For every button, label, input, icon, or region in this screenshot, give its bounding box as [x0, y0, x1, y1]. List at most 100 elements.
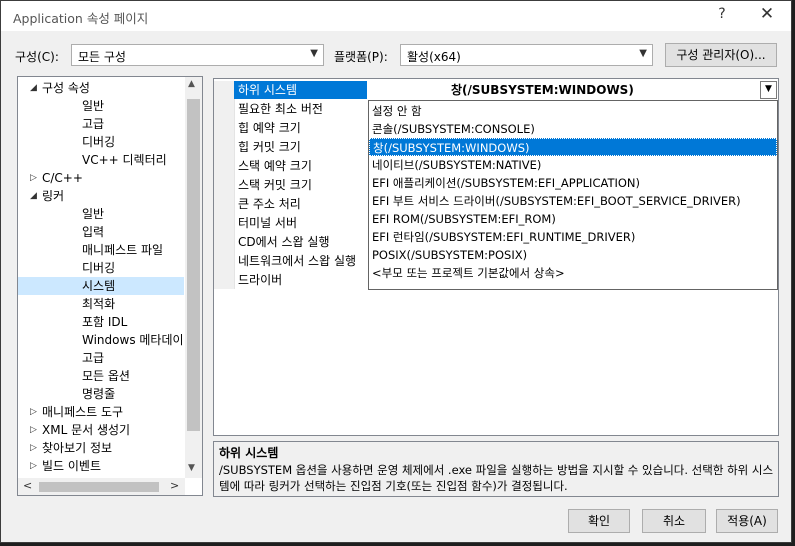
tree-item-label: 빌드 이벤트: [42, 459, 102, 473]
tree-item[interactable]: ◢ 링커: [18, 187, 184, 205]
tree-item[interactable]: 시스템: [18, 277, 184, 295]
expanded-arrow-icon[interactable]: ◢: [30, 79, 37, 97]
title-bar: Application 속성 페이지 ? ✕: [1, 1, 791, 31]
platform-combobox[interactable]: 활성(x64) ▼: [400, 44, 653, 66]
tree-item-label: 구성 속성: [42, 81, 90, 95]
configuration-manager-button[interactable]: 구성 관리자(O)...: [665, 43, 777, 67]
chevron-down-icon[interactable]: ▼: [760, 81, 777, 99]
property-row[interactable]: 스택 커밋 크기: [234, 176, 367, 194]
tree-item-label: 일반: [82, 207, 105, 221]
tree-item[interactable]: 입력: [18, 223, 184, 241]
property-row[interactable]: 힙 예약 크기: [234, 119, 367, 137]
collapsed-arrow-icon[interactable]: ▷: [30, 439, 37, 457]
property-name: 하위 시스템: [238, 83, 298, 97]
tree-item[interactable]: 최적화: [18, 295, 184, 313]
tree-item[interactable]: 고급: [18, 115, 184, 133]
tree-item[interactable]: ▷ XML 문서 생성기: [18, 421, 184, 439]
tree-item-label: VC++ 디렉터리: [82, 153, 167, 167]
tree-item-label: 명령줄: [82, 387, 116, 401]
subsystem-dropdown-list[interactable]: 설정 안 함 콘솔(/SUBSYSTEM:CONSOLE) 창(/SUBSYSTEM…: [368, 100, 778, 290]
tree-item[interactable]: 디버깅: [18, 259, 184, 277]
property-name: 필요한 최소 버전: [238, 102, 323, 116]
tree-item[interactable]: ▷ 찾아보기 정보: [18, 439, 184, 457]
tree-vertical-scroll-thumb[interactable]: [187, 99, 200, 431]
chevron-down-icon: ▼: [639, 48, 647, 59]
property-row[interactable]: 스택 예약 크기: [234, 157, 367, 175]
tree-item[interactable]: VC++ 디렉터리: [18, 151, 184, 169]
tree-item[interactable]: ▷ 빌드 이벤트: [18, 457, 184, 475]
property-row[interactable]: 드라이버: [234, 271, 367, 289]
tree-item[interactable]: 매니페스트 파일: [18, 241, 184, 259]
property-grid-gutter: [214, 81, 235, 289]
dropdown-option[interactable]: 창(/SUBSYSTEM:WINDOWS): [369, 138, 777, 156]
apply-button[interactable]: 적용(A): [716, 509, 778, 533]
expanded-arrow-icon[interactable]: ◢: [30, 187, 37, 205]
tree-item[interactable]: 모든 옵션: [18, 367, 184, 385]
cancel-button[interactable]: 취소: [642, 509, 706, 533]
platform-label: 플랫폼(P):: [334, 50, 388, 64]
property-row[interactable]: 힙 커밋 크기: [234, 138, 367, 156]
tree-item[interactable]: 디버깅: [18, 133, 184, 151]
collapsed-arrow-icon[interactable]: ▷: [30, 169, 37, 187]
property-row[interactable]: 필요한 최소 버전: [234, 100, 367, 118]
tree-item[interactable]: ▷ 매니페스트 도구: [18, 403, 184, 421]
property-row[interactable]: 큰 주소 처리: [234, 195, 367, 213]
property-name: 터미널 서버: [238, 216, 298, 230]
tree-item[interactable]: ▷ C/C++: [18, 169, 184, 187]
close-button[interactable]: ✕: [758, 4, 776, 24]
tree-item[interactable]: 일반: [18, 97, 184, 115]
dropdown-option[interactable]: <부모 또는 프로젝트 기본값에서 상속>: [369, 264, 777, 282]
property-name: 스택 예약 크기: [238, 159, 312, 173]
scroll-up-icon[interactable]: ▲: [188, 79, 195, 89]
config-combobox[interactable]: 모든 구성 ▼: [71, 44, 324, 66]
scroll-right-icon[interactable]: >: [170, 479, 179, 492]
tree-item[interactable]: Windows 메타데이: [18, 331, 184, 349]
scroll-down-icon[interactable]: ▼: [188, 463, 195, 473]
tree-item-label: 모든 옵션: [82, 369, 130, 383]
dropdown-option[interactable]: 네이티브(/SUBSYSTEM:NATIVE): [369, 156, 777, 174]
tree-item-label: 디버깅: [82, 261, 116, 275]
tree-item-label: 링커: [42, 189, 65, 203]
tree-item[interactable]: ◢ 구성 속성: [18, 79, 184, 97]
description-title: 하위 시스템: [219, 446, 279, 460]
property-name: 큰 주소 처리: [238, 197, 301, 211]
tree-item-label: XML 문서 생성기: [42, 423, 131, 437]
property-row[interactable]: 터미널 서버: [234, 214, 367, 232]
dropdown-option[interactable]: EFI ROM(/SUBSYSTEM:EFI_ROM): [369, 210, 777, 228]
tree-item-label: Windows 메타데이: [82, 333, 184, 347]
property-name: 드라이버: [238, 273, 283, 287]
dropdown-option[interactable]: 설정 안 함: [369, 102, 777, 120]
tree-item-label: 일반: [82, 99, 105, 113]
tree-item-label: 시스템: [82, 279, 116, 293]
tree-item[interactable]: 명령줄: [18, 385, 184, 403]
tree-item[interactable]: 포함 IDL: [18, 313, 184, 331]
config-value: 모든 구성: [78, 50, 126, 64]
property-name: 스택 커밋 크기: [238, 178, 312, 192]
subsystem-current-value[interactable]: 창(/SUBSYSTEM:WINDOWS): [451, 81, 634, 98]
property-name: 네트워크에서 스왑 실행: [238, 254, 357, 268]
tree-item-label: 입력: [82, 225, 105, 239]
property-row[interactable]: CD에서 스왑 실행: [234, 233, 367, 251]
tree-item-label: 고급: [82, 117, 105, 131]
tree-horizontal-scroll-thumb[interactable]: [39, 482, 159, 492]
property-row[interactable]: 네트워크에서 스왑 실행: [234, 252, 367, 270]
collapsed-arrow-icon[interactable]: ▷: [30, 403, 37, 421]
config-label: 구성(C):: [15, 50, 59, 64]
dropdown-option[interactable]: EFI 애플리케이션(/SUBSYSTEM:EFI_APPLICATION): [369, 174, 777, 192]
ok-button[interactable]: 확인: [568, 509, 630, 533]
tree-item-label: 디버깅: [82, 135, 116, 149]
collapsed-arrow-icon[interactable]: ▷: [30, 421, 37, 439]
dropdown-option[interactable]: EFI 런타임(/SUBSYSTEM:EFI_RUNTIME_DRIVER): [369, 228, 777, 246]
description-text: /SUBSYSTEM 옵션을 사용하면 운영 체제에서 .exe 파일을 실행하…: [219, 463, 774, 493]
dropdown-option[interactable]: 콘솔(/SUBSYSTEM:CONSOLE): [369, 120, 777, 138]
property-pages-dialog: Application 속성 페이지 ? ✕ 구성(C): 모든 구성 ▼ 플랫…: [0, 0, 792, 543]
tree-item[interactable]: 고급: [18, 349, 184, 367]
help-button[interactable]: ?: [713, 6, 731, 22]
tree-item[interactable]: 일반: [18, 205, 184, 223]
dropdown-option[interactable]: POSIX(/SUBSYSTEM:POSIX): [369, 246, 777, 264]
scroll-left-icon[interactable]: <: [23, 479, 32, 492]
dropdown-option[interactable]: EFI 부트 서비스 드라이버(/SUBSYSTEM:EFI_BOOT_SERV…: [369, 192, 777, 210]
category-tree[interactable]: ◢ 구성 속성 일반 고급 디버깅 VC++ 디렉터리 ▷ C/C++ ◢ 링커 일반 입력 매니페스트…: [17, 76, 203, 496]
collapsed-arrow-icon[interactable]: ▷: [30, 457, 37, 475]
property-row[interactable]: 하위 시스템: [234, 81, 367, 99]
